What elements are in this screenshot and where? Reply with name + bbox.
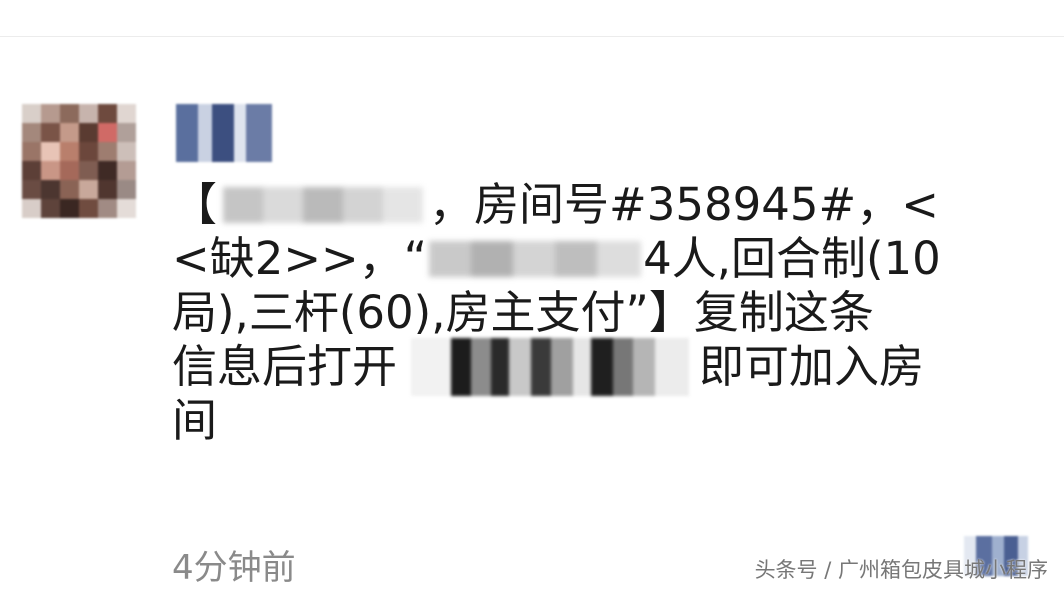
avatar-pixel (41, 142, 60, 161)
post-line-4: 信息后打开 即可加入房 (172, 338, 1022, 396)
avatar-pixel (22, 123, 41, 142)
avatar-pixel (98, 180, 117, 199)
avatar-pixel (117, 123, 136, 142)
post-line-1: 【 ，房间号#358945#，< (172, 178, 1022, 232)
avatar-pixel (117, 180, 136, 199)
avatar-pixel (98, 104, 117, 123)
avatar-pixel (79, 104, 98, 123)
avatar-pixel (60, 199, 79, 218)
avatar-pixel (79, 123, 98, 142)
avatar-pixel (117, 104, 136, 123)
top-divider (0, 36, 1064, 37)
post-line-5: 间 (172, 394, 1022, 448)
avatar-pixel (98, 161, 117, 180)
avatar-pixel (22, 142, 41, 161)
avatar-pixel (60, 142, 79, 161)
line2-prefix: <缺2>>，“ (172, 232, 428, 285)
line2-suffix: 4人,回合制(10 (643, 232, 941, 285)
watermark: 头条号 / 广州箱包皮具城小程序 (754, 558, 1048, 582)
line4-prefix: 信息后打开 (172, 340, 398, 393)
avatar-pixel (22, 161, 41, 180)
avatar-pixel (60, 180, 79, 199)
avatar-pixel (41, 123, 60, 142)
post-line-2: <缺2>>，“ 4人,回合制(10 (172, 232, 1022, 286)
avatar-pixel (117, 142, 136, 161)
avatar-pixel (41, 104, 60, 123)
avatar-pixel (60, 104, 79, 123)
room-number-text: ，房间号#358945#，< (429, 178, 939, 231)
pixelated-nickname[interactable] (176, 104, 272, 162)
avatar-pixel (98, 199, 117, 218)
avatar-pixel (41, 199, 60, 218)
avatar-pixel (79, 199, 98, 218)
post-line-3: 局),三杆(60),房主支付”】复制这条 (172, 286, 1022, 340)
line5-text: 间 (172, 394, 218, 447)
avatar-pixel (22, 104, 41, 123)
avatar-pixel (117, 161, 136, 180)
post-timestamp: 4分钟前 (172, 548, 296, 588)
redacted-name (223, 187, 424, 223)
line4-suffix: 即可加入房 (699, 340, 925, 393)
avatar-pixel (22, 180, 41, 199)
avatar-pixel (41, 161, 60, 180)
redacted-app-name (411, 338, 690, 396)
avatar-pixel (41, 180, 60, 199)
avatar-pixel (60, 161, 79, 180)
avatar-pixel (22, 199, 41, 218)
avatar-pixel (79, 180, 98, 199)
avatar-pixel (79, 142, 98, 161)
avatar-pixel (98, 123, 117, 142)
avatar-pixel (60, 123, 79, 142)
moments-post-screen: 【 ，房间号#358945#，< <缺2>>，“ 4人,回合制(10 局),三杆… (0, 0, 1064, 596)
avatar-pixel (79, 161, 98, 180)
avatar-pixel (117, 199, 136, 218)
post-text: 【 ，房间号#358945#，< <缺2>>，“ 4人,回合制(10 局),三杆… (172, 178, 1022, 448)
line3-text: 局),三杆(60),房主支付”】复制这条 (172, 286, 874, 339)
open-bracket: 【 (172, 178, 218, 231)
avatar-pixel (98, 142, 117, 161)
redacted-group-name (429, 241, 642, 277)
pixelated-avatar-icon[interactable] (22, 104, 136, 218)
